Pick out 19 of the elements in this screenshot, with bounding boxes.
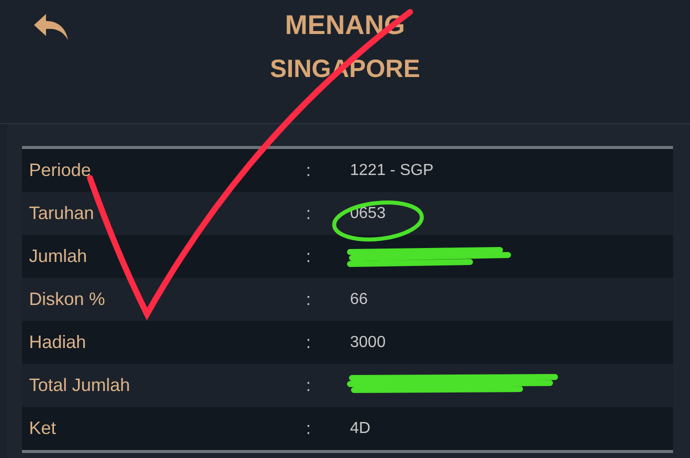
row-label: Hadiah	[28, 331, 88, 354]
back-arrow-icon[interactable]	[32, 12, 70, 42]
row-label: Ket	[28, 417, 58, 440]
row-separator: :	[306, 374, 312, 397]
row-label: Total Jumlah	[28, 374, 132, 397]
row-value: 1221 - SGP	[350, 160, 434, 180]
row-separator: :	[306, 160, 312, 182]
row-separator: :	[306, 418, 312, 440]
row-separator: :	[306, 332, 312, 354]
row-label: Diskon %	[28, 288, 106, 311]
row-value: 66	[350, 290, 368, 310]
row-separator: :	[306, 246, 312, 268]
row-separator: :	[306, 202, 312, 225]
row-label: Periode	[28, 159, 92, 182]
row-label: Taruhan	[28, 202, 96, 225]
row-label: Jumlah	[28, 245, 88, 268]
row-separator: :	[306, 288, 312, 311]
row-value: 4D	[350, 418, 370, 438]
row-value: 3000	[350, 332, 386, 352]
